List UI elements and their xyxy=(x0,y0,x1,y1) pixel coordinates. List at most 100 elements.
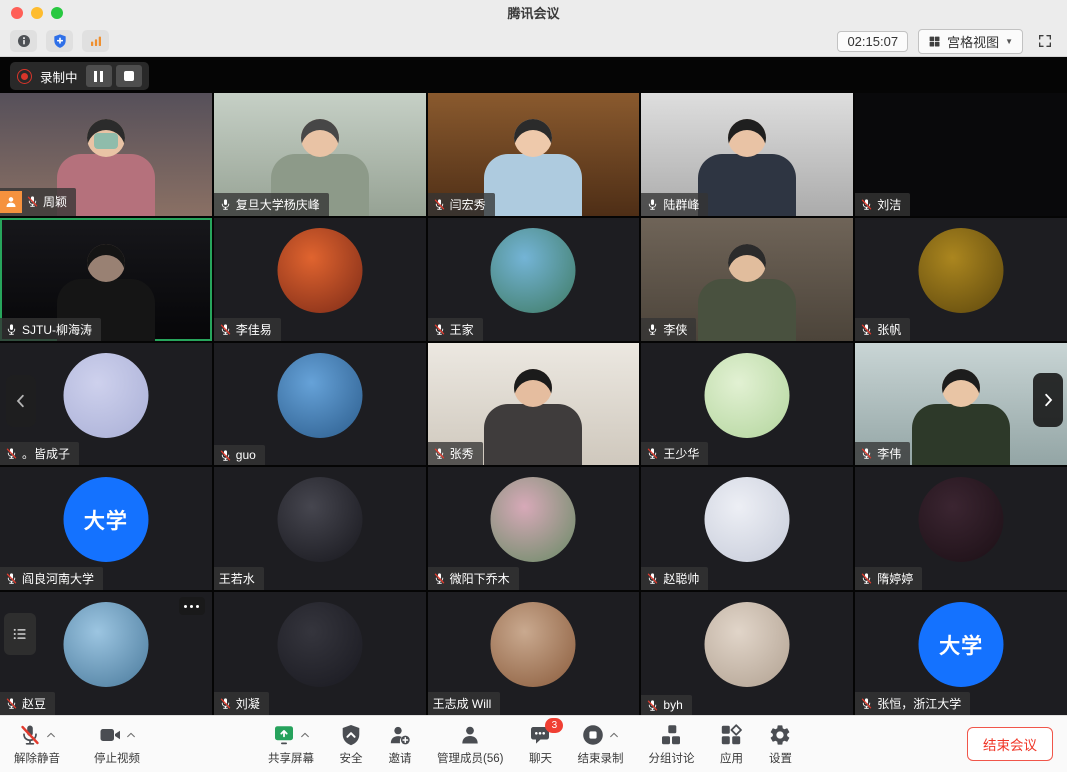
view-mode-button[interactable]: 宫格视图 ▼ xyxy=(918,29,1023,54)
participant-tile[interactable]: 张帆 xyxy=(855,218,1067,341)
participant-tile[interactable]: 李侠 xyxy=(641,218,853,341)
nameplate: 刘洁 xyxy=(855,193,910,216)
meeting-timer: 02:15:07 xyxy=(837,31,908,52)
fullscreen-button[interactable] xyxy=(1033,30,1057,52)
toolbar-item-label: 结束录制 xyxy=(577,750,623,766)
mic-muted-icon xyxy=(433,572,446,585)
participant-tile[interactable]: 微阳下乔木 xyxy=(428,467,640,590)
participant-video xyxy=(514,369,552,407)
participant-tile[interactable]: 隋婷婷 xyxy=(855,467,1067,590)
participant-name: 李伟 xyxy=(877,445,901,462)
participant-tile[interactable]: 闫宏秀 xyxy=(428,93,640,216)
participant-tile[interactable]: 刘凝 xyxy=(214,592,426,715)
nameplate: 刘凝 xyxy=(214,692,269,715)
nameplate: 陆群峰 xyxy=(641,193,708,216)
participant-tile[interactable]: 大学阎良河南大学 xyxy=(0,467,212,590)
close-button[interactable] xyxy=(11,7,23,19)
toolbar-item-security-shield[interactable]: 安全 xyxy=(339,723,363,766)
chevron-down-icon: ▼ xyxy=(1005,37,1013,46)
participant-tile[interactable]: 刘洁 xyxy=(855,93,1067,216)
zoom-button[interactable] xyxy=(51,7,63,19)
chevron-up-icon[interactable] xyxy=(126,730,136,740)
participant-name: 闫宏秀 xyxy=(450,196,486,213)
fullscreen-icon xyxy=(1037,33,1053,49)
participant-tile[interactable]: 李佳易 xyxy=(214,218,426,341)
avatar xyxy=(63,353,148,438)
participant-tile[interactable]: 王志成 Will xyxy=(428,592,640,715)
chevron-right-icon xyxy=(1039,391,1057,409)
mic-on-icon xyxy=(646,198,659,211)
participant-tile[interactable]: 赵聪帅 xyxy=(641,467,853,590)
more-options-button[interactable] xyxy=(179,597,205,615)
participant-video xyxy=(698,154,796,216)
participant-tile[interactable]: 周颖 xyxy=(0,93,212,216)
recording-label: 录制中 xyxy=(40,67,78,86)
toolbar-item-camera[interactable]: 停止视频 xyxy=(94,723,140,766)
participant-tile[interactable]: 王少华 xyxy=(641,343,853,466)
toolbar-item-apps[interactable]: 应用 xyxy=(719,723,743,766)
nameplate: 张帆 xyxy=(855,318,910,341)
nameplate: 闫宏秀 xyxy=(428,193,495,216)
toolbar-item-label: 应用 xyxy=(720,750,743,766)
participant-tile[interactable]: SJTU-柳海涛 xyxy=(0,218,212,341)
mic-muted-icon xyxy=(860,323,873,336)
page-previous-button[interactable] xyxy=(6,375,36,427)
recording-indicator: 录制中 xyxy=(10,62,149,90)
participant-video xyxy=(912,404,1010,466)
mic-on-icon xyxy=(646,323,659,336)
participant-video xyxy=(942,369,980,407)
titlebar: 腾讯会议 xyxy=(0,0,1067,26)
health-code-button[interactable] xyxy=(46,30,73,52)
avatar-text: 大学 xyxy=(84,505,128,535)
avatar xyxy=(705,602,790,687)
participant-tile[interactable]: 大学张恒，浙江大学 xyxy=(855,592,1067,715)
mic-muted-icon xyxy=(219,697,232,710)
participant-tile[interactable]: 复旦大学杨庆峰 xyxy=(214,93,426,216)
participant-tile[interactable]: 王家 xyxy=(428,218,640,341)
mic-muted-icon xyxy=(646,699,659,712)
avatar-text: 大学 xyxy=(939,630,983,660)
members-icon xyxy=(458,723,482,747)
mic-muted-icon xyxy=(5,447,18,460)
participant-name: 陆群峰 xyxy=(663,196,699,213)
mic-muted-icon xyxy=(219,449,232,462)
stop-recording-button[interactable] xyxy=(116,65,142,87)
mic-on-icon xyxy=(219,198,232,211)
chevron-up-icon[interactable] xyxy=(609,730,619,740)
participant-name: 。皆成子 xyxy=(22,445,70,462)
participant-tile[interactable]: 陆群峰 xyxy=(641,93,853,216)
nameplate: byh xyxy=(641,695,691,715)
participant-video xyxy=(484,404,582,466)
minimize-button[interactable] xyxy=(31,7,43,19)
chevron-up-icon[interactable] xyxy=(300,730,310,740)
participant-tile[interactable]: guo xyxy=(214,343,426,466)
toolbar-item-breakout[interactable]: 分组讨论 xyxy=(648,723,694,766)
toolbar-item-mic-muted[interactable]: 解除静音 xyxy=(14,723,60,766)
member-list-button[interactable] xyxy=(4,613,36,655)
nameplate: 李侠 xyxy=(641,318,696,341)
avatar xyxy=(491,477,576,562)
pause-recording-button[interactable] xyxy=(86,65,112,87)
toolbar-item-chat[interactable]: 3聊天 xyxy=(528,723,552,766)
page-next-button[interactable] xyxy=(1033,373,1063,427)
participant-tile[interactable]: 张秀 xyxy=(428,343,640,466)
toolbar-item-settings-gear[interactable]: 设置 xyxy=(768,723,792,766)
participant-tile[interactable]: 王若水 xyxy=(214,467,426,590)
chevron-up-icon[interactable] xyxy=(46,730,56,740)
meeting-info-button[interactable] xyxy=(10,30,37,52)
network-status-button[interactable] xyxy=(82,30,109,52)
nameplate: 李佳易 xyxy=(214,318,281,341)
participant-tile[interactable]: byh xyxy=(641,592,853,715)
participant-video xyxy=(698,279,796,341)
toolbar-item-share-screen[interactable]: 共享屏幕 xyxy=(268,723,314,766)
toolbar-item-stop-record[interactable]: 结束录制 xyxy=(577,723,623,766)
nameplate: 隋婷婷 xyxy=(855,567,922,590)
camera-icon xyxy=(98,723,122,747)
window-title: 腾讯会议 xyxy=(0,0,1067,27)
member-list-icon xyxy=(11,625,29,643)
grid-view-icon xyxy=(928,35,941,48)
toolbar-item-invite[interactable]: 邀请 xyxy=(388,723,412,766)
statusbar-right: 02:15:07 宫格视图 ▼ xyxy=(837,29,1057,54)
toolbar-item-members[interactable]: 管理成员(56) xyxy=(437,723,503,766)
end-meeting-button[interactable]: 结束会议 xyxy=(967,727,1053,761)
